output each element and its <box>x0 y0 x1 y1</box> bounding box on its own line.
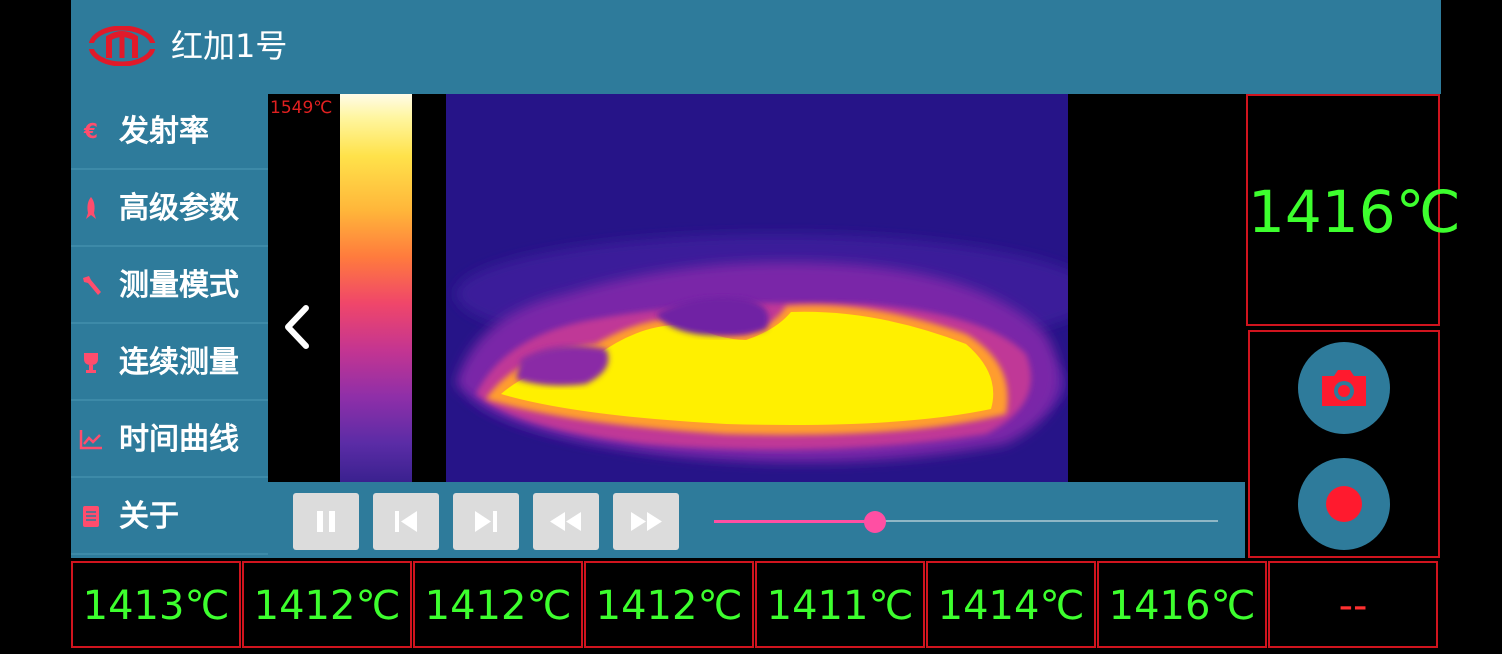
reading-cell: 1414℃ <box>926 561 1096 648</box>
sidebar-item-label: 连续测量 <box>119 345 239 380</box>
reading-value: 1411℃ <box>766 583 914 629</box>
fast-forward-button[interactable] <box>613 493 679 550</box>
reading-value: 1416℃ <box>1108 583 1256 629</box>
sidebar-item-continuous-measure[interactable]: 连续测量 <box>71 325 268 401</box>
sidebar-item-label: 关于 <box>119 499 179 534</box>
chart-icon <box>79 430 102 450</box>
app-window: 红加1号 € 发射率 高级参数 测量模式 连续测量 时间曲线 关于 1549℃ … <box>71 0 1461 654</box>
skip-previous-button[interactable] <box>373 493 439 550</box>
trophy-icon <box>84 353 98 373</box>
skip-next-button[interactable] <box>453 493 519 550</box>
rewind-button[interactable] <box>533 493 599 550</box>
fast-forward-icon <box>631 512 662 531</box>
current-temp-panel: 1416℃ <box>1246 94 1461 326</box>
snapshot-button[interactable] <box>1298 342 1390 434</box>
playback-controls <box>268 482 1245 558</box>
reading-cell: 1416℃ <box>1097 561 1267 648</box>
sidebar-item-about[interactable]: 关于 <box>71 479 268 555</box>
skip-next-icon <box>475 511 497 532</box>
reading-cell: 1412℃ <box>584 561 754 648</box>
thermal-image <box>446 94 1068 482</box>
document-icon <box>83 506 99 527</box>
epsilon-icon: € <box>84 119 98 143</box>
sidebar-item-advanced-params[interactable]: 高级参数 <box>71 171 268 247</box>
color-scale-bar <box>340 94 412 482</box>
sidebar-item-label: 时间曲线 <box>119 422 239 457</box>
camera-icon <box>1322 370 1366 406</box>
reading-value: 1413℃ <box>82 583 230 629</box>
rocket-icon <box>86 197 96 219</box>
reading-value: 1412℃ <box>253 583 401 629</box>
brand-logo-icon <box>89 26 155 66</box>
reading-cell: 1412℃ <box>413 561 583 648</box>
app-title: 红加1号 <box>171 27 288 65</box>
reading-cell: 1411℃ <box>755 561 925 648</box>
reading-cell: -- <box>1268 561 1438 648</box>
reading-value: 1412℃ <box>424 583 572 629</box>
reading-cell: 1412℃ <box>242 561 412 648</box>
thermal-viewer: 1549℃ <box>268 94 1245 482</box>
sidebar-item-emissivity[interactable]: € 发射率 <box>71 94 268 170</box>
pause-icon <box>317 511 335 532</box>
record-button[interactable] <box>1298 458 1390 550</box>
tool-icon <box>83 276 101 295</box>
chevron-left-icon[interactable] <box>278 302 318 352</box>
reading-cell: 1413℃ <box>71 561 241 648</box>
pause-button[interactable] <box>293 493 359 550</box>
temperature-readings: 1413℃ 1412℃ 1412℃ 1412℃ 1411℃ 1414℃ 1416… <box>71 561 1441 648</box>
reading-value: 1414℃ <box>937 583 1085 629</box>
sidebar-item-time-curve[interactable]: 时间曲线 <box>71 402 268 478</box>
scale-max-label: 1549℃ <box>270 98 333 118</box>
sidebar-item-label: 高级参数 <box>119 191 239 226</box>
skip-previous-icon <box>395 511 417 532</box>
sidebar-item-label: 测量模式 <box>119 268 239 303</box>
seek-slider-thumb[interactable] <box>864 511 887 533</box>
sidebar-item-label: 发射率 <box>119 114 209 149</box>
reading-value: 1412℃ <box>595 583 743 629</box>
record-icon <box>1326 486 1362 522</box>
seek-slider-fill <box>714 520 876 523</box>
current-temp: 1416℃ <box>1248 178 1461 246</box>
reading-value: -- <box>1338 583 1368 629</box>
sidebar: € 发射率 高级参数 测量模式 连续测量 时间曲线 关于 <box>71 94 268 558</box>
sidebar-item-measure-mode[interactable]: 测量模式 <box>71 248 268 324</box>
app-header: 红加1号 <box>71 0 1441 94</box>
capture-panel <box>1248 330 1440 558</box>
rewind-icon <box>550 512 581 531</box>
